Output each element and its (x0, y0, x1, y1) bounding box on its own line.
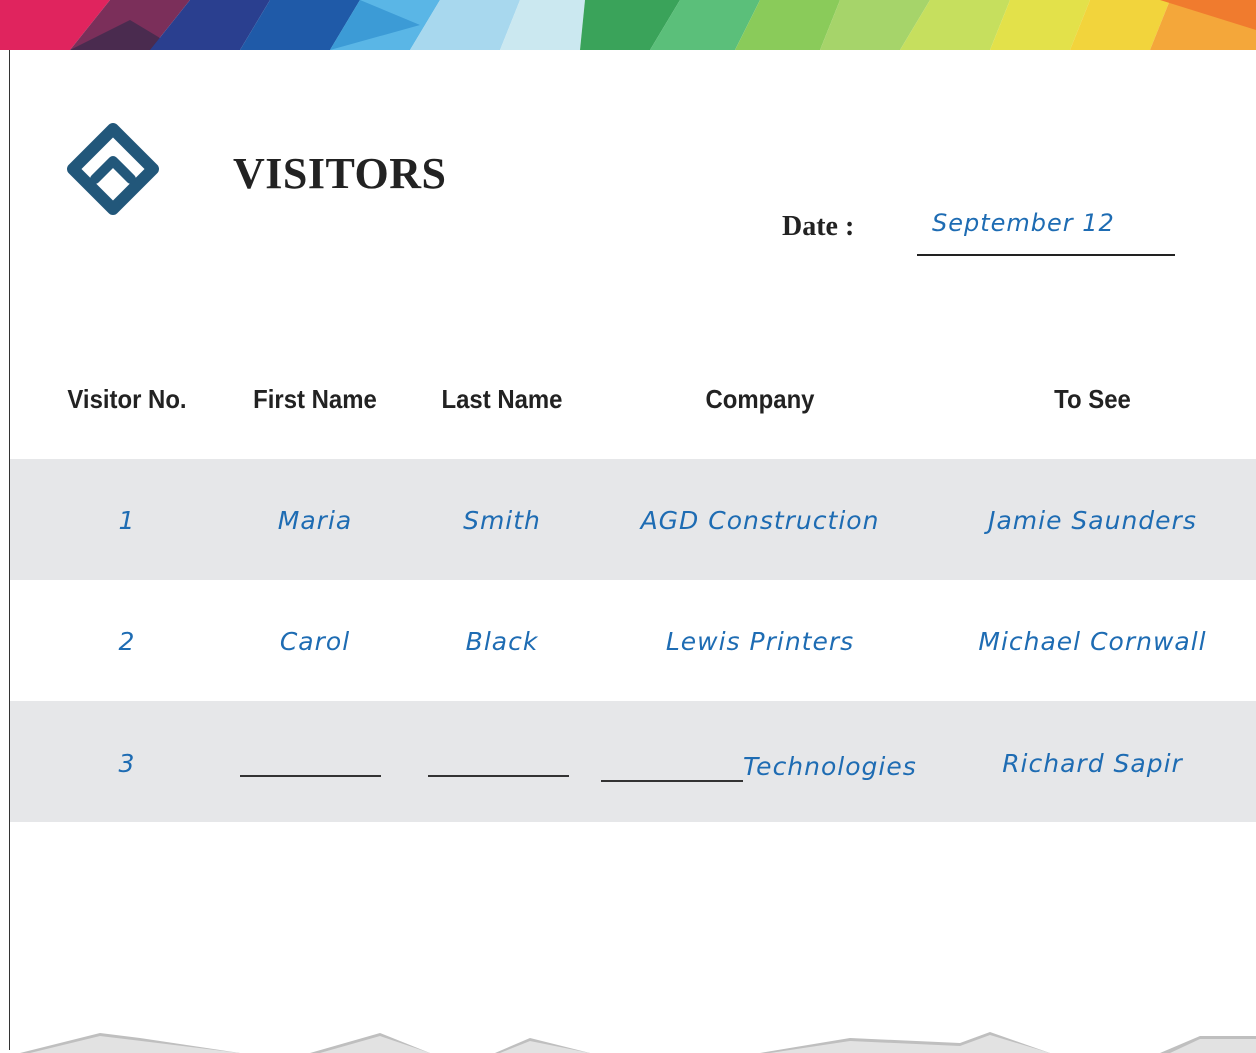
decorative-banner (0, 0, 1256, 50)
date-label: Date : (782, 211, 855, 242)
header-visitor-no: Visitor No. (67, 384, 187, 414)
to-see-cell[interactable]: Jamie Saunders (950, 506, 1235, 535)
decorative-bottom-edge (20, 1032, 1256, 1053)
last-name-blank-line[interactable] (428, 775, 569, 777)
date-field[interactable]: September 12 (932, 209, 1115, 237)
header-last-name: Last Name (441, 384, 563, 414)
visitor-no-cell[interactable]: 3 (97, 749, 157, 778)
first-name-cell[interactable]: Maria (240, 506, 390, 535)
header-company: Company (705, 384, 815, 414)
diamond-chevron-logo-icon (67, 123, 159, 215)
date-underline (917, 254, 1175, 256)
header-to-see: To See (1054, 384, 1131, 414)
company-cell[interactable]: Lewis Printers (610, 627, 910, 656)
company-cell[interactable]: Technologies (743, 752, 933, 781)
first-name-cell[interactable]: Carol (240, 627, 390, 656)
visitor-no-cell[interactable]: 2 (97, 627, 157, 656)
header-first-name: First Name (253, 384, 377, 414)
company-cell[interactable]: AGD Construction (610, 506, 910, 535)
last-name-cell[interactable]: Black (427, 627, 577, 656)
last-name-cell[interactable]: Smith (427, 506, 577, 535)
to-see-cell[interactable]: Michael Cornwall (950, 627, 1235, 656)
visitor-no-cell[interactable]: 1 (97, 506, 157, 535)
to-see-cell[interactable]: Richard Sapir (950, 749, 1235, 778)
first-name-blank-line[interactable] (240, 775, 381, 777)
page-title: VISITORS (233, 149, 447, 198)
company-blank-line[interactable] (601, 780, 743, 782)
